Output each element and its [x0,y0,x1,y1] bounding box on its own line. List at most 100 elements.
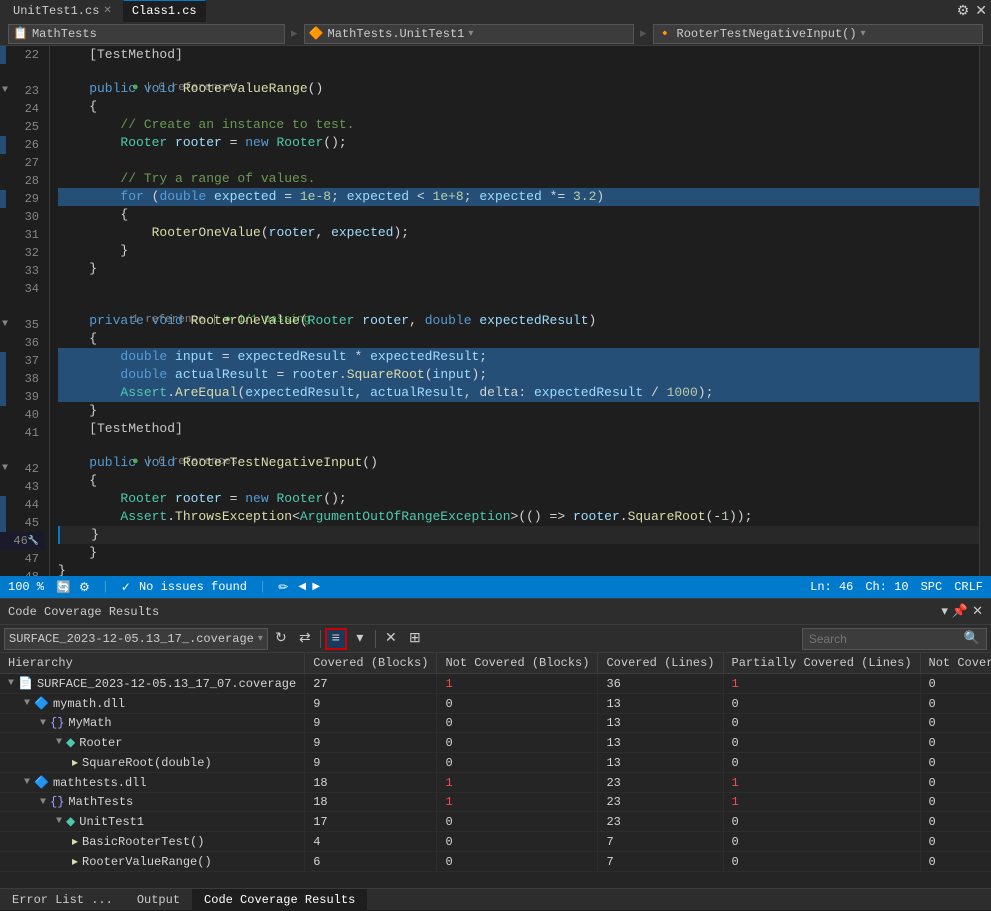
expand-icon[interactable]: ▼ [56,737,62,748]
namespace-icon: {} [50,795,64,809]
refresh-icon[interactable]: 🔄 [56,580,71,595]
tab-unittest-close[interactable]: ✕ [103,5,111,17]
method-icon: ▸ [72,854,78,869]
table-row: ▼ 📄 SURFACE_2023-12-05.13_17_07.coverage… [0,674,991,694]
code-line-42: public void RooterTestNegativeInput() [58,454,979,472]
tab-output[interactable]: Output [125,889,192,911]
code-line-38: double actualResult = rooter.SquareRoot(… [58,366,979,384]
table-row: ▼ 🔷 mathtests.dll 18 1 23 1 0 [0,773,991,793]
item-label: SquareRoot(double) [82,756,212,770]
collapse-35[interactable]: ▼ [2,316,8,334]
notcovered-blocks: 0 [437,714,598,733]
gutter-38: 38 [0,370,45,388]
covered-blocks: 9 [305,714,437,733]
close-icon[interactable]: ✕ [975,3,987,20]
tab-class1[interactable]: Class1.cs [123,0,206,22]
refresh-coverage-button[interactable]: ↻ [270,628,292,650]
code-coverage-label: Code Coverage Results [204,893,355,907]
nav-arrows: ◀ ▶ [296,580,322,594]
search-box[interactable]: 🔍 [802,628,987,650]
table-row: ▼ ◆ UnitTest1 17 0 23 0 0 [0,812,991,832]
expand-icon[interactable]: ▼ [8,678,14,689]
notcovered-lines: 0 [920,832,991,852]
gutter-33: 33 [0,262,45,280]
table-row: ▼ {} MyMath 9 0 13 0 0 [0,714,991,733]
table-row: ▸ RooterValueRange() 6 0 7 0 0 [0,852,991,872]
gutter-44: 44 [0,496,45,514]
method2-icon: 🔸 [658,26,673,41]
item-label: MathTests [68,795,133,809]
item-label: MyMath [68,716,111,730]
output-label: Output [137,893,180,907]
title-bar: UnitTest1.cs ✕ Class1.cs ⚙ ✕ [0,0,991,22]
expand-icon[interactable]: ▼ [56,816,62,827]
prev-arrow[interactable]: ◀ [296,580,308,594]
encoding: SPC [921,580,943,594]
panel-close-icon[interactable]: ✕ [972,604,983,619]
status-sep-2: | [255,580,270,594]
gutter-meta1 [0,64,45,82]
method1-dropdown[interactable]: 🔶 MathTests.UnitTest1 ▾ [304,24,634,44]
code-line-45: Assert.ThrowsException<ArgumentOutOfRang… [58,508,979,526]
next-arrow[interactable]: ▶ [310,580,322,594]
project-dropdown[interactable]: 📋 MathTests [8,24,285,44]
col-hierarchy: Hierarchy [0,653,305,674]
pencil-icon: ✏ [278,580,288,595]
item-label: mathtests.dll [53,776,147,790]
method1-caret: ▾ [468,28,473,40]
tab-error-list[interactable]: Error List ... [0,889,125,911]
partially-lines: 0 [723,733,920,753]
expand-icon[interactable]: ▼ [24,777,30,788]
notcovered-blocks: 1 [437,793,598,812]
covered-lines: 23 [598,812,723,832]
gutter-35: ▼35 [0,316,45,334]
zoom-level: 100 % [8,580,48,594]
notcovered-lines: 0 [920,753,991,773]
tab-code-coverage[interactable]: Code Coverage Results [192,889,367,911]
hierarchy-cell: ▸ RooterValueRange() [0,852,305,872]
notcovered-blocks: 0 [437,753,598,773]
pin-icon[interactable]: 📌 [952,604,968,619]
panel-toolbar: SURFACE_2023-12-05.13_17_.coverage ▾ ↻ ⇄… [0,625,991,653]
coverage-table[interactable]: Hierarchy Covered (Blocks) Not Covered (… [0,653,991,888]
col-notcovered-lines: Not Covered (Lines [920,653,991,674]
highlight-button[interactable]: ≡ [325,628,347,650]
link-button[interactable]: ⇄ [294,628,316,650]
expand-icon[interactable]: ▼ [40,718,46,729]
tab-unittest[interactable]: UnitTest1.cs ✕ [4,0,121,22]
clear-button[interactable]: ✕ [380,628,402,650]
export-button[interactable]: ⊞ [404,628,426,650]
dropdown-more-button[interactable]: ▾ [349,628,371,650]
code-line-27 [58,152,979,170]
panel-chevron-icon[interactable]: ▾ [941,604,948,619]
collapse-42[interactable]: ▼ [2,460,8,478]
panel-header: Code Coverage Results ▾ 📌 ✕ [0,599,991,625]
meta-line-35a: 1 reference | ● 1/1 passing [58,296,979,312]
covered-blocks: 6 [305,852,437,872]
minimap[interactable] [979,46,991,576]
partially-lines: 1 [723,773,920,793]
covered-blocks: 9 [305,733,437,753]
expand-icon[interactable]: ▼ [40,797,46,808]
no-issues-label: No issues found [139,580,247,594]
collapse-23[interactable]: ▼ [2,82,8,100]
notcovered-lines: 0 [920,773,991,793]
code-line-44: Rooter rooter = new Rooter(); [58,490,979,508]
code-content[interactable]: [TestMethod] ● | 0 references public voi… [50,46,979,576]
file-icon: 📄 [18,676,33,691]
code-line-37: double input = expectedResult * expected… [58,348,979,366]
search-input[interactable] [809,632,964,646]
code-line-46: } [58,526,979,544]
gutter-22: 22 [0,46,45,64]
code-line-34 [58,278,979,296]
settings-icon[interactable]: ⚙ [79,580,90,595]
expand-icon[interactable]: ▼ [24,698,30,709]
method2-dropdown[interactable]: 🔸 RooterTestNegativeInput() ▾ [653,24,983,44]
code-line-48: } [58,562,979,576]
gutter-36: 36 [0,334,45,352]
method-icon: ▸ [72,834,78,849]
settings-icon[interactable]: ⚙ [957,3,970,20]
coverage-file-dropdown[interactable]: SURFACE_2023-12-05.13_17_.coverage ▾ [4,628,268,650]
covered-lines: 36 [598,674,723,694]
table-row: ▸ SquareRoot(double) 9 0 13 0 0 [0,753,991,773]
